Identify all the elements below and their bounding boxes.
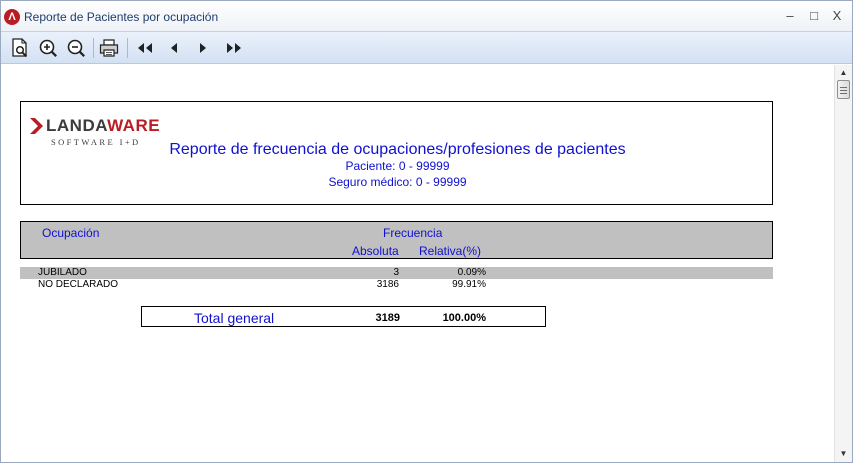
- last-page-icon: [227, 43, 241, 53]
- app-icon: Λ: [4, 9, 20, 25]
- zoom-in-button[interactable]: [37, 37, 59, 59]
- table-row: JUBILADO 3 0.09%: [20, 267, 773, 279]
- print-button[interactable]: [98, 37, 120, 59]
- previous-page-icon: [171, 43, 177, 53]
- report-window: Λ Reporte de Pacientes por ocupación – □…: [0, 0, 853, 463]
- first-page-button[interactable]: [134, 37, 156, 59]
- scroll-up-arrow-icon[interactable]: ▲: [835, 65, 852, 81]
- scroll-down-arrow-icon[interactable]: ▼: [835, 446, 852, 462]
- row-occupation: NO DECLARADO: [38, 279, 119, 290]
- close-button[interactable]: X: [825, 6, 849, 26]
- column-header: Ocupación Frecuencia Absoluta Relativa(%…: [20, 221, 773, 259]
- zoom-in-icon: [39, 39, 57, 57]
- vertical-scrollbar[interactable]: ▲ ▼: [834, 65, 852, 462]
- row-absolute: 3186: [376, 279, 399, 290]
- patient-filter: Paciente: 0 - 99999: [345, 159, 450, 173]
- row-occupation: JUBILADO: [38, 267, 87, 278]
- row-relative: 99.91%: [452, 279, 486, 290]
- row-relative: 0.09%: [457, 267, 486, 278]
- next-page-icon: [200, 43, 206, 53]
- zoom-out-button[interactable]: [65, 37, 87, 59]
- scroll-thumb[interactable]: [837, 80, 850, 99]
- title-bar[interactable]: Λ Reporte de Pacientes por ocupación – □…: [1, 1, 852, 32]
- header-frequency: Frecuencia: [383, 226, 443, 240]
- print-icon: [99, 39, 119, 57]
- total-label: Total general: [194, 310, 275, 326]
- page-preview-icon: [12, 38, 28, 58]
- row-absolute: 3: [393, 267, 399, 278]
- previous-page-button[interactable]: [163, 37, 185, 59]
- total-relative: 100.00%: [442, 312, 486, 324]
- report-header: LANDAWARE SOFTWARE I+D Reporte de frecue…: [20, 101, 773, 205]
- table-row: NO DECLARADO 3186 99.91%: [20, 279, 773, 291]
- window-title: Reporte de Pacientes por ocupación: [24, 10, 219, 24]
- page-preview-button[interactable]: [9, 37, 31, 59]
- toolbar-separator: [127, 38, 128, 58]
- zoom-out-icon: [67, 39, 85, 57]
- first-page-icon: [138, 43, 152, 53]
- header-absolute: Absoluta: [352, 244, 399, 258]
- landaware-logo-icon: [30, 118, 43, 134]
- header-relative: Relativa(%): [419, 244, 482, 258]
- last-page-button[interactable]: [223, 37, 245, 59]
- logo-name: LANDAWARE: [46, 116, 161, 135]
- total-row: Total general 3189 100.00%: [141, 306, 546, 327]
- minimize-button[interactable]: –: [778, 6, 802, 26]
- header-occupation: Ocupación: [42, 226, 100, 240]
- total-absolute: 3189: [375, 312, 400, 324]
- toolbar: [1, 32, 852, 64]
- report-title: Reporte de frecuencia de ocupaciones/pro…: [169, 141, 626, 158]
- insurance-filter: Seguro médico: 0 - 99999: [328, 175, 467, 189]
- toolbar-separator: [93, 38, 94, 58]
- next-page-button[interactable]: [192, 37, 214, 59]
- maximize-button[interactable]: □: [802, 6, 826, 26]
- report-preview[interactable]: LANDAWARE SOFTWARE I+D Reporte de frecue…: [1, 65, 834, 462]
